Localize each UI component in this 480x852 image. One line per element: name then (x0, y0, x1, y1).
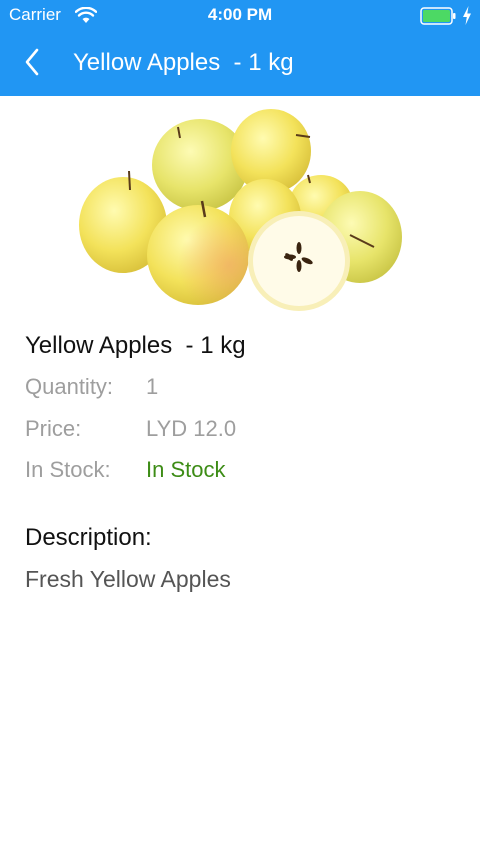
product-image (79, 109, 402, 311)
quantity-label: Quantity: (25, 374, 114, 399)
description-text: Fresh Yellow Apples (25, 566, 231, 592)
product-name: Yellow Apples - 1 kg (25, 332, 246, 359)
status-time: 4:00 PM (207, 5, 273, 24)
chevron-left-icon (25, 48, 39, 76)
battery-icon (420, 7, 456, 25)
navigation-bar: Yellow Apples - 1 kg (0, 32, 480, 96)
status-bar: Carrier 4:00 PM (0, 0, 480, 32)
quantity-value: 1 (146, 374, 159, 399)
charging-bolt-icon (463, 6, 471, 25)
app-header: Carrier 4:00 PM Yellow Apples - 1 kg (0, 0, 480, 96)
back-button[interactable] (14, 42, 50, 82)
price-value: LYD 12.0 (146, 416, 237, 441)
stock-status-value: In Stock (146, 457, 226, 482)
price-label: Price: (25, 416, 82, 441)
nav-title: Yellow Apples - 1 kg (73, 49, 294, 76)
description-heading: Description: (25, 524, 152, 551)
stock-label: In Stock: (25, 457, 111, 482)
